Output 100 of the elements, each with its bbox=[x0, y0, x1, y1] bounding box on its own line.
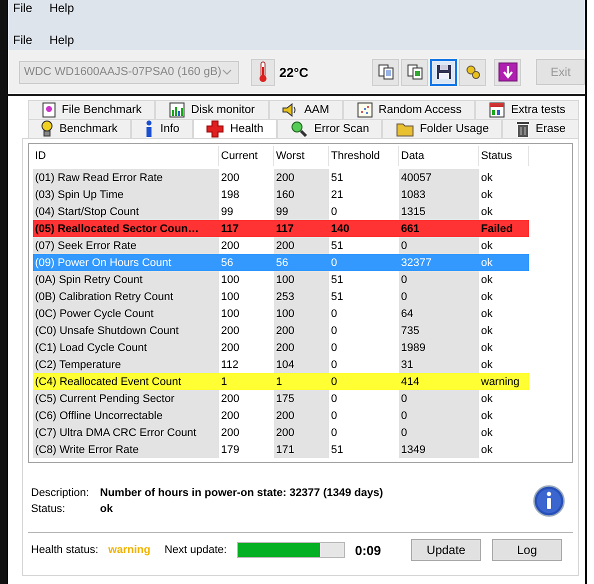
table-cell-text: ok bbox=[480, 426, 494, 440]
table-cell-text: ok bbox=[480, 408, 494, 424]
table-cell: (0C) Power Cycle Count bbox=[33, 305, 219, 322]
status-label: Status: bbox=[31, 503, 66, 515]
table-cell-text: 0 bbox=[330, 306, 338, 322]
column-header[interactable]: Data bbox=[399, 146, 479, 166]
trash-icon bbox=[516, 120, 530, 138]
table-cell: (04) Start/Stop Count bbox=[33, 203, 219, 220]
table-cell: 117 bbox=[219, 220, 274, 237]
copy-image-button[interactable] bbox=[401, 58, 428, 86]
tab[interactable]: Extra tests bbox=[475, 100, 580, 119]
table-cell-text: 0 bbox=[330, 426, 338, 440]
menu-item[interactable]: File bbox=[13, 33, 32, 47]
table-cell: 117 bbox=[274, 220, 329, 237]
column-header[interactable]: Status bbox=[479, 146, 529, 166]
column-header[interactable]: ID bbox=[33, 146, 219, 166]
cross-icon bbox=[206, 120, 224, 138]
table-cell: (03) Spin Up Time bbox=[33, 186, 219, 203]
table-cell: (C8) Write Error Rate bbox=[33, 441, 219, 458]
save-icon bbox=[434, 63, 453, 81]
table-cell: 0 bbox=[329, 373, 399, 390]
table-cell-text: ok bbox=[480, 170, 494, 186]
info-icon bbox=[533, 485, 565, 517]
table-cell-text: 200 bbox=[220, 238, 240, 254]
tab[interactable]: Disk monitor bbox=[155, 100, 269, 119]
table-cell: (C6) Offline Uncorrectable bbox=[33, 407, 219, 424]
table-cell-text: ok bbox=[480, 272, 494, 288]
column-header[interactable]: Worst bbox=[274, 146, 329, 166]
table-cell-text: 198 bbox=[220, 188, 240, 202]
next-update-label: Next update: bbox=[164, 544, 227, 556]
tab[interactable]: Benchmark bbox=[28, 119, 131, 138]
table-cell-text: 51 bbox=[330, 272, 344, 288]
table-cell: 1349 bbox=[399, 441, 479, 458]
settings-button[interactable] bbox=[459, 58, 486, 86]
menu-item[interactable]: File bbox=[13, 1, 32, 15]
table-cell: ok bbox=[479, 254, 529, 271]
menu-item[interactable]: Help bbox=[49, 33, 74, 47]
table-cell-text: 51 bbox=[330, 170, 344, 186]
log-button[interactable]: Log bbox=[492, 539, 562, 561]
download-button[interactable] bbox=[494, 58, 522, 86]
copy-button[interactable] bbox=[372, 58, 400, 86]
table-cell: 1 bbox=[219, 373, 274, 390]
thermometer-icon bbox=[258, 61, 268, 83]
tab[interactable]: Random Access bbox=[342, 100, 476, 119]
countdown: 0:09 bbox=[355, 542, 382, 558]
table-cell: 200 bbox=[274, 169, 329, 186]
table-cell-text: 200 bbox=[220, 340, 240, 356]
table-cell: 99 bbox=[274, 203, 329, 220]
table-cell: 0 bbox=[399, 271, 479, 288]
table-cell-text: ok bbox=[480, 392, 494, 406]
table-cell-text: 21 bbox=[330, 188, 344, 202]
table-cell-text: 200 bbox=[220, 426, 240, 440]
tab[interactable]: Erase bbox=[502, 119, 579, 138]
document-icon bbox=[42, 102, 56, 118]
tab[interactable]: Info bbox=[130, 119, 193, 138]
scatter-plot-icon bbox=[356, 102, 373, 118]
table-cell: 0 bbox=[399, 237, 479, 254]
table-cell: (C2) Temperature bbox=[33, 356, 219, 373]
table-cell: 100 bbox=[274, 305, 329, 322]
table-cell: (01) Raw Read Error Rate bbox=[33, 169, 219, 186]
table-cell-text: 0 bbox=[330, 340, 338, 356]
update-button[interactable]: Update bbox=[411, 539, 482, 561]
table-cell: 160 bbox=[274, 186, 329, 203]
tab[interactable]: Error Scan bbox=[276, 119, 382, 138]
table-cell-text: 100 bbox=[220, 290, 240, 304]
tab[interactable]: Health bbox=[192, 119, 277, 138]
table-cell-text: ok bbox=[480, 290, 494, 304]
table-cell: 414 bbox=[399, 373, 479, 390]
table-cell: 64 bbox=[399, 305, 479, 322]
table-cell: 32377 bbox=[399, 254, 479, 271]
table-cell: 200 bbox=[274, 407, 329, 424]
table-cell: 140 bbox=[329, 220, 399, 237]
info-icon bbox=[144, 120, 154, 138]
menu-item[interactable]: Help bbox=[49, 1, 74, 15]
health-status-value: warning bbox=[108, 544, 150, 556]
table-cell-text: ok bbox=[480, 324, 494, 338]
table-cell: (07) Seek Error Rate bbox=[33, 237, 219, 254]
tab[interactable]: File Benchmark bbox=[28, 100, 156, 119]
tab[interactable]: AAM bbox=[268, 100, 343, 119]
table-cell: 661 bbox=[399, 220, 479, 237]
table-cell-text: 179 bbox=[220, 442, 240, 458]
column-header[interactable]: Threshold bbox=[329, 146, 399, 166]
table-cell-text: ok bbox=[480, 340, 494, 356]
save-button[interactable] bbox=[430, 58, 458, 86]
table-cell: (C7) Ultra DMA CRC Error Count bbox=[33, 424, 219, 441]
table-cell: 31 bbox=[399, 356, 479, 373]
table-cell-text: 0 bbox=[330, 204, 338, 220]
table-cell-text: 51 bbox=[330, 290, 344, 304]
table-cell: (0B) Calibration Retry Count bbox=[33, 288, 219, 305]
table-cell: 100 bbox=[274, 271, 329, 288]
tab[interactable]: Folder Usage bbox=[382, 119, 502, 138]
health-status-label: Health status: bbox=[31, 544, 98, 556]
thermometer-button[interactable] bbox=[250, 58, 276, 86]
table-cell: (09) Power On Hours Count bbox=[33, 254, 219, 271]
table-cell: 0 bbox=[399, 424, 479, 441]
table-cell: 200 bbox=[274, 237, 329, 254]
table-cell: 175 bbox=[274, 390, 329, 407]
table-cell-text: ok bbox=[480, 306, 494, 322]
column-header[interactable]: Current bbox=[219, 146, 274, 166]
table-cell: (0A) Spin Retry Count bbox=[33, 271, 219, 288]
